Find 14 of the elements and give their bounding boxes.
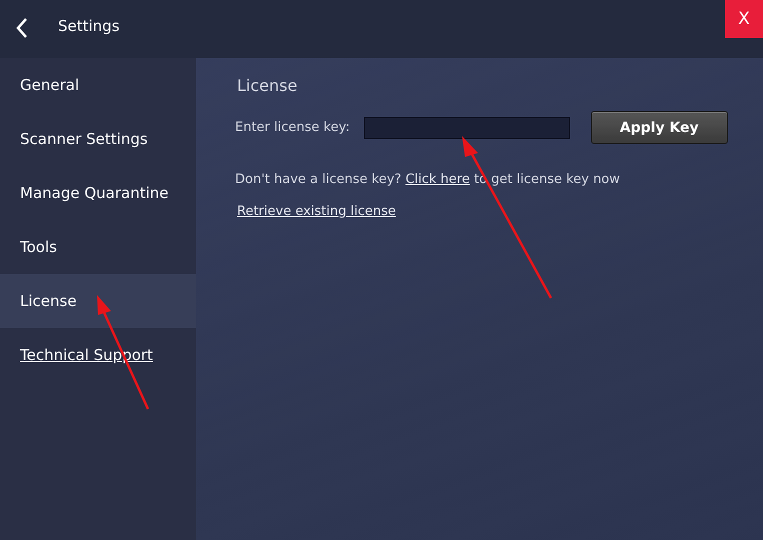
close-button[interactable]: X	[725, 0, 763, 38]
sidebar-item[interactable]: License	[0, 274, 196, 328]
sidebar-item[interactable]: Scanner Settings	[0, 112, 196, 166]
click-here-link[interactable]: Click here	[405, 172, 470, 187]
back-icon[interactable]	[14, 17, 30, 39]
retrieve-license-link[interactable]: Retrieve existing license	[237, 204, 396, 219]
window-title: Settings	[58, 17, 120, 35]
field-label: Enter license key:	[235, 120, 350, 135]
sidebar-item[interactable]: Manage Quarantine	[0, 166, 196, 220]
section-heading: License	[237, 76, 298, 95]
apply-key-button[interactable]: Apply Key	[590, 111, 728, 144]
sidebar-item[interactable]: Tools	[0, 220, 196, 274]
license-key-field[interactable]	[364, 116, 570, 138]
sidebar-item[interactable]: General	[0, 58, 196, 112]
